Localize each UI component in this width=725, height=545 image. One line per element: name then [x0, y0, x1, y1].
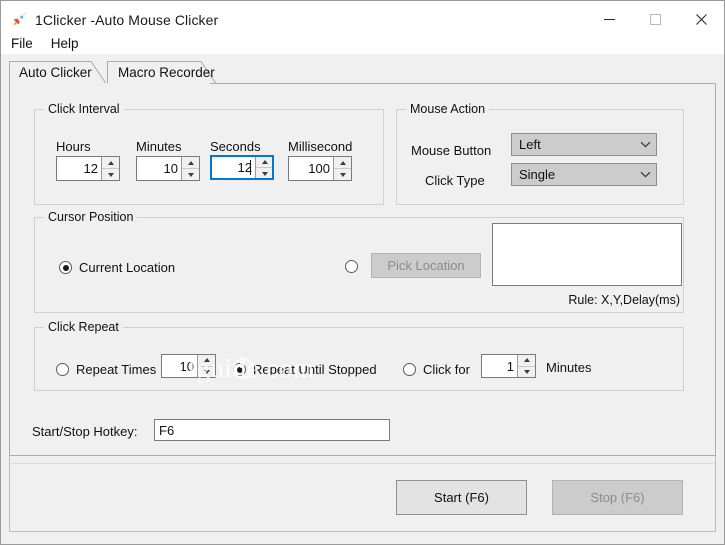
millisecond-decrement-icon[interactable]	[334, 169, 351, 180]
radio-repeat-times[interactable]: Repeat Times	[56, 362, 156, 377]
window-title: 1Clicker -Auto Mouse Clicker	[35, 12, 218, 28]
seconds-decrement-icon[interactable]	[256, 168, 273, 179]
label-minutes-unit: Minutes	[546, 360, 592, 375]
radio-repeat-until-stopped[interactable]: Repeat Until Stopped	[233, 362, 377, 377]
mouse-button-select[interactable]: Left	[511, 133, 657, 156]
hours-stepper-buttons[interactable]	[101, 157, 119, 180]
minutes-increment-icon[interactable]	[182, 157, 199, 169]
seconds-input[interactable]	[211, 156, 255, 179]
tab-strip: Auto Clicker Macro Recorder	[9, 60, 719, 84]
millisecond-increment-icon[interactable]	[334, 157, 351, 169]
menu-item-file[interactable]: File	[11, 35, 42, 52]
radio-click-for-label: Click for	[423, 362, 470, 377]
tab-panel-top-gap	[10, 83, 210, 84]
radio-repeat-until-stopped-label: Repeat Until Stopped	[253, 362, 377, 377]
hours-input[interactable]	[57, 157, 101, 180]
radio-pick-location-indicator	[345, 260, 358, 273]
label-click-type: Click Type	[425, 173, 485, 188]
tab-macro-recorder[interactable]: Macro Recorder	[101, 60, 219, 84]
hours-increment-icon[interactable]	[102, 157, 119, 169]
label-mouse-button: Mouse Button	[411, 143, 491, 158]
radio-repeat-times-label: Repeat Times	[76, 362, 156, 377]
chevron-down-icon	[634, 171, 656, 178]
click-type-select[interactable]: Single	[511, 163, 657, 186]
millisecond-input[interactable]	[289, 157, 333, 180]
click-type-value: Single	[512, 167, 634, 182]
radio-repeat-until-stopped-indicator	[233, 363, 246, 376]
click-for-stepper-buttons[interactable]	[517, 355, 535, 377]
bottom-divider	[10, 463, 715, 464]
hours-stepper[interactable]	[56, 156, 120, 181]
group-click-repeat-title: Click Repeat	[44, 320, 123, 334]
rocket-icon	[10, 11, 28, 29]
millisecond-stepper[interactable]	[288, 156, 352, 181]
group-click-repeat: Click Repeat	[34, 327, 684, 391]
label-millisecond: Millisecond	[288, 139, 352, 154]
chevron-down-icon	[634, 141, 656, 148]
start-button[interactable]: Start (F6)	[396, 480, 527, 515]
label-hours: Hours	[56, 139, 91, 154]
radio-current-location[interactable]: Current Location	[59, 260, 175, 275]
repeat-times-increment-icon[interactable]	[198, 355, 215, 367]
tab-auto-clicker[interactable]: Auto Clicker	[9, 60, 109, 84]
repeat-times-stepper-buttons[interactable]	[197, 355, 215, 377]
click-for-increment-icon[interactable]	[518, 355, 535, 367]
group-click-interval-title: Click Interval	[44, 102, 124, 116]
seconds-stepper-buttons[interactable]	[255, 156, 273, 179]
menu-bar: File Help	[1, 32, 724, 54]
app-window: 1Clicker -Auto Mouse Clicker File Help A…	[0, 0, 725, 545]
seconds-stepper[interactable]	[210, 155, 274, 180]
radio-current-location-label: Current Location	[79, 260, 175, 275]
minutes-stepper-buttons[interactable]	[181, 157, 199, 180]
group-mouse-action-title: Mouse Action	[406, 102, 489, 116]
minutes-decrement-icon[interactable]	[182, 169, 199, 180]
seconds-increment-icon[interactable]	[256, 156, 273, 168]
repeat-times-decrement-icon[interactable]	[198, 367, 215, 378]
tab-auto-clicker-label: Auto Clicker	[9, 65, 108, 80]
seconds-text-caret	[250, 160, 251, 175]
click-for-decrement-icon[interactable]	[518, 367, 535, 378]
mouse-button-value: Left	[512, 137, 634, 152]
radio-current-location-indicator	[59, 261, 72, 274]
click-for-input[interactable]	[482, 355, 517, 377]
label-seconds: Seconds	[210, 139, 261, 154]
group-cursor-position-title: Cursor Position	[44, 210, 137, 224]
minutes-input[interactable]	[137, 157, 181, 180]
hotkey-input[interactable]	[154, 419, 390, 441]
millisecond-stepper-buttons[interactable]	[333, 157, 351, 180]
stop-button[interactable]: Stop (F6)	[552, 480, 683, 515]
hours-decrement-icon[interactable]	[102, 169, 119, 180]
cursor-coords-input[interactable]	[492, 223, 682, 286]
label-hotkey: Start/Stop Hotkey:	[32, 424, 138, 439]
label-rule-format: Rule: X,Y,Delay(ms)	[568, 293, 680, 307]
radio-repeat-times-indicator	[56, 363, 69, 376]
minutes-stepper[interactable]	[136, 156, 200, 181]
repeat-times-stepper[interactable]	[161, 354, 216, 378]
label-minutes: Minutes	[136, 139, 182, 154]
radio-click-for-indicator	[403, 363, 416, 376]
pick-location-button[interactable]: Pick Location	[371, 253, 481, 278]
click-for-stepper[interactable]	[481, 354, 536, 378]
radio-click-for[interactable]: Click for	[403, 362, 470, 377]
tab-macro-recorder-label: Macro Recorder	[101, 65, 231, 80]
radio-pick-location[interactable]	[345, 260, 358, 273]
menu-item-help[interactable]: Help	[51, 35, 88, 52]
repeat-times-input[interactable]	[162, 355, 197, 377]
